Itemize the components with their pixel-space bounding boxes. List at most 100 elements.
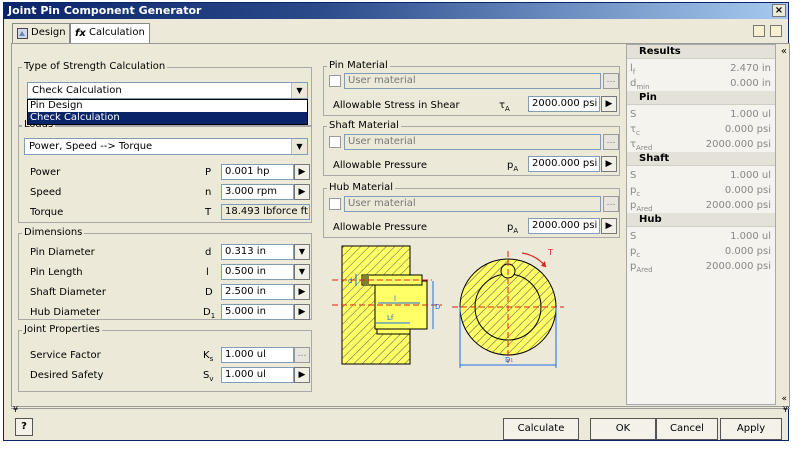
result-value: 2000.000 psi (705, 261, 771, 272)
design-tab-icon (17, 28, 28, 39)
result-value: 0.000 psi (724, 246, 771, 257)
label-lf: Lf (387, 314, 394, 322)
pin-allowable-field[interactable]: 2000.000 psi (528, 96, 600, 112)
collapse-results-icon[interactable]: « (781, 46, 787, 57)
more-options-icon[interactable]: … (603, 196, 619, 212)
joint-pin-dialog: Joint Pin Component Generator × Design f… (3, 2, 790, 441)
pin-length-field[interactable]: 0.500 in (221, 264, 294, 280)
hub-user-material-field: User material (344, 196, 601, 212)
shaft-diameter-label: Shaft Diameter (30, 287, 106, 298)
power-label: Power (30, 167, 61, 178)
pin-length-symbol: l (206, 267, 209, 278)
hub-allowable-label: Allowable Pressure (333, 222, 427, 233)
hub-material-title: Hub Material (327, 182, 396, 194)
hub-diameter-symbol-sub: 1 (210, 312, 216, 320)
speed-label: Speed (30, 187, 62, 198)
result-row: pAred 2000.000 psi (627, 259, 775, 274)
arrow-right-icon[interactable]: ▶ (294, 164, 310, 180)
result-key: S (630, 109, 637, 120)
cancel-button[interactable]: Cancel (656, 418, 718, 440)
options-icon[interactable] (753, 25, 765, 37)
arrow-right-icon[interactable]: ▶ (601, 156, 617, 172)
shaft-diameter-field[interactable]: 2.500 in (221, 284, 294, 300)
pin-material-title: Pin Material (327, 60, 390, 72)
expand-icon[interactable] (770, 25, 782, 37)
pin-user-material-field: User material (344, 73, 601, 89)
shaft-user-material-checkbox[interactable] (329, 136, 341, 148)
label-T: T (547, 248, 553, 257)
label-D1: D₁ (505, 356, 513, 364)
results-header: Results (627, 45, 775, 59)
desired-safety-field[interactable]: 1.000 ul (221, 367, 294, 383)
top-right-icons (748, 25, 782, 40)
result-key-sub: Ared (636, 266, 653, 274)
result-row: pc 0.000 psi (627, 183, 775, 198)
arrow-right-icon[interactable]: ▶ (601, 96, 617, 112)
service-factor-field[interactable]: 1.000 ul (221, 347, 294, 363)
hub-allowable-field[interactable]: 2000.000 psi (528, 218, 600, 234)
power-symbol: P (205, 167, 212, 178)
more-options-icon[interactable]: … (603, 134, 619, 150)
chevron-down-icon[interactable]: ▼ (294, 244, 310, 260)
result-value: 1.000 ul (730, 109, 771, 120)
label-l: l (394, 295, 396, 303)
tab-design[interactable]: Design (12, 23, 70, 43)
arrow-right-icon[interactable]: ▶ (294, 184, 310, 200)
function-fx-icon: fx (75, 28, 86, 39)
pin-allowable-label: Allowable Stress in Shear (333, 100, 460, 111)
close-icon[interactable]: × (772, 4, 786, 17)
strength-type-select[interactable]: Check Calculation ▼ (27, 82, 308, 99)
power-field[interactable]: 0.001 hp (221, 164, 294, 180)
ok-button[interactable]: OK (590, 418, 656, 440)
pin-length-label: Pin Length (30, 267, 83, 278)
loads-mode-select[interactable]: Power, Speed --> Torque ▼ (24, 138, 308, 155)
strength-title: Type of Strength Calculation (22, 61, 168, 73)
expand-results-icon[interactable]: « (781, 394, 787, 404)
shaft-allowable-field[interactable]: 2000.000 psi (528, 156, 600, 172)
torque-field: 18.493 lbforce ft (221, 204, 310, 220)
arrow-right-icon[interactable]: ▶ (294, 367, 310, 383)
option-pin-design[interactable]: Pin Design (28, 100, 307, 112)
tab-calculation[interactable]: fx Calculation (70, 23, 150, 44)
chevron-down-icon: ▼ (291, 83, 307, 98)
result-row: τAred 2000.000 psi (627, 137, 775, 152)
arrow-right-icon[interactable]: ▶ (601, 218, 617, 234)
dimensions-title: Dimensions (22, 227, 85, 239)
result-value: 2000.000 psi (705, 139, 771, 150)
speed-field[interactable]: 3.000 rpm (221, 184, 294, 200)
chevron-down-icon[interactable]: ▼ (294, 264, 310, 280)
result-value: 1.000 ul (730, 231, 771, 242)
result-key-sub: c (636, 129, 640, 137)
loads-selected: Power, Speed --> Torque (29, 141, 153, 152)
pin-user-material-checkbox[interactable] (329, 75, 341, 87)
result-key: S (630, 170, 637, 181)
chevron-down-icon: ▼ (291, 139, 307, 154)
result-key-sub: c (636, 251, 641, 259)
chevron-down-icon[interactable]: ¥ (783, 405, 788, 414)
joint-properties-title: Joint Properties (22, 324, 102, 336)
result-row: dmin 0.000 in (627, 76, 775, 91)
option-check-calculation[interactable]: Check Calculation (28, 112, 307, 124)
chevron-down-icon[interactable]: ¥ (13, 405, 18, 414)
help-button[interactable]: ? (15, 418, 33, 436)
hub-diameter-field[interactable]: 5.000 in (221, 304, 294, 320)
hub-user-material-checkbox[interactable] (329, 198, 341, 210)
apply-button[interactable]: Apply (720, 418, 782, 440)
arrow-right-icon[interactable]: ▶ (294, 284, 310, 300)
result-value: 0.000 in (730, 78, 771, 89)
desired-safety-symbol-sub: v (209, 375, 214, 383)
result-value: 0.000 psi (724, 124, 771, 135)
more-options-icon[interactable]: … (603, 73, 619, 89)
result-row: S 1.000 ul (627, 229, 775, 244)
pin-diameter-field[interactable]: 0.313 in (221, 244, 294, 260)
arrow-right-icon[interactable]: ▶ (294, 304, 310, 320)
result-key-sub: Ared (636, 144, 653, 152)
shaft-allowable-symbol: pA (507, 160, 518, 173)
more-options-icon[interactable]: … (294, 347, 310, 363)
hub-allowable-symbol-sub: A (513, 227, 519, 235)
calculate-button[interactable]: Calculate (503, 418, 579, 440)
title-bar: Joint Pin Component Generator × (4, 3, 788, 19)
pin-allowable-symbol-sub: A (505, 105, 510, 113)
result-row: pAred 2000.000 psi (627, 198, 775, 213)
shaft-material-title: Shaft Material (327, 120, 401, 132)
